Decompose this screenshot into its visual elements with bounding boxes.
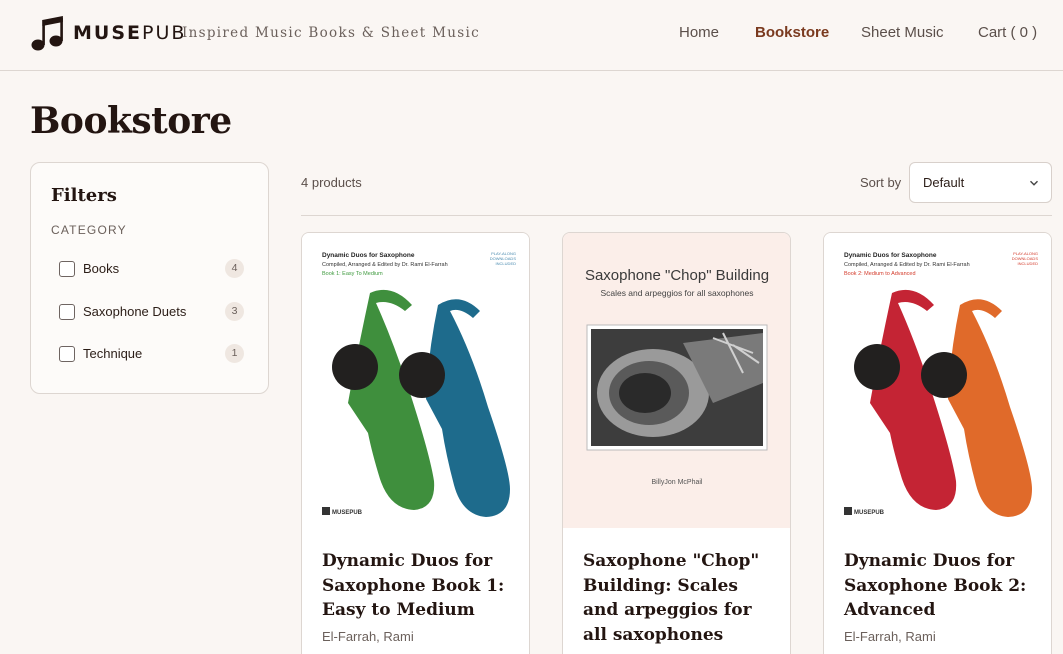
cover-publisher: MUSEPUB [854,510,885,516]
filters-title: Filters [51,185,117,206]
sort-selected-value: Default [923,175,965,190]
saxophone-duets-checkbox[interactable] [59,304,75,320]
site-header: MUSEPUB Inspired Music Books & Sheet Mus… [0,0,1063,71]
filter-count-badge: 1 [225,344,244,363]
brand-name[interactable]: MUSEPUB [73,22,186,44]
cover-heading: Saxophone "Chop" Building [585,267,769,284]
nav-cart[interactable]: Cart ( 0 ) [978,24,1037,41]
chevron-down-icon [1030,180,1038,186]
cover-series: Dynamic Duos for Saxophone [322,252,415,259]
category-heading: CATEGORY [51,223,127,237]
product-card[interactable]: Dynamic Duos for Saxophone Compiled, Arr… [823,232,1052,654]
technique-checkbox[interactable] [59,346,75,362]
cover-badge-line: INCLUDED [496,261,517,266]
filter-label[interactable]: Saxophone Duets [83,304,186,319]
product-title[interactable]: Saxophone "Chop" Building: Scales and ar… [583,549,778,647]
product-count: 4 products [301,175,362,190]
nav-sheet-music[interactable]: Sheet Music [861,24,944,41]
cover-badge-line: INCLUDED [1018,261,1039,266]
product-author: El-Farrah, Rami [844,629,936,644]
filters-panel: Filters CATEGORY Books 4 Saxophone Duets… [30,162,269,394]
sort-label: Sort by [860,175,902,190]
sort-select[interactable]: Default [909,162,1052,203]
cover-series: Dynamic Duos for Saxophone [844,252,937,259]
brand-sub: PUB [142,22,187,44]
site-tagline: Inspired Music Books & Sheet Music [182,25,480,41]
page-title: Bookstore [30,100,232,142]
music-note-logo-icon[interactable] [30,16,64,52]
product-title[interactable]: Dynamic Duos for Saxophone Book 2: Advan… [844,549,1039,623]
toolbar-divider [301,215,1052,216]
brand-main: MUSE [73,22,142,44]
cover-credit: Compiled, Arranged & Edited by Dr. Rami … [844,262,970,268]
filter-count-badge: 3 [225,302,244,321]
cover-credit: Compiled, Arranged & Edited by Dr. Rami … [322,262,448,268]
filter-label[interactable]: Books [83,261,119,276]
cover-level: Book 2: Medium to Advanced [844,271,916,277]
book-cover-image[interactable]: Dynamic Duos for Saxophone Compiled, Arr… [824,233,1052,528]
product-title[interactable]: Dynamic Duos for Saxophone Book 1: Easy … [322,549,517,623]
cover-author: BillyJon McPhail [652,479,703,486]
nav-home[interactable]: Home [679,24,719,41]
product-card[interactable]: Dynamic Duos for Saxophone Compiled, Arr… [301,232,530,654]
filter-technique[interactable]: Technique 1 [59,343,244,365]
book-cover-image[interactable]: Dynamic Duos for Saxophone Compiled, Arr… [302,233,530,528]
filter-saxophone-duets[interactable]: Saxophone Duets 3 [59,301,244,323]
filter-count-badge: 4 [225,259,244,278]
product-card[interactable]: Saxophone "Chop" Building Scales and arp… [562,232,791,654]
filter-label[interactable]: Technique [83,346,142,361]
book-cover-image[interactable]: Saxophone "Chop" Building Scales and arp… [563,233,791,528]
product-author: El-Farrah, Rami [322,629,414,644]
cover-level: Book 1: Easy To Medium [322,271,383,277]
cover-subheading: Scales and arpeggios for all saxophones [600,288,753,298]
filter-books[interactable]: Books 4 [59,258,244,280]
nav-bookstore[interactable]: Bookstore [755,24,829,41]
cover-publisher: MUSEPUB [332,510,363,516]
books-checkbox[interactable] [59,261,75,277]
